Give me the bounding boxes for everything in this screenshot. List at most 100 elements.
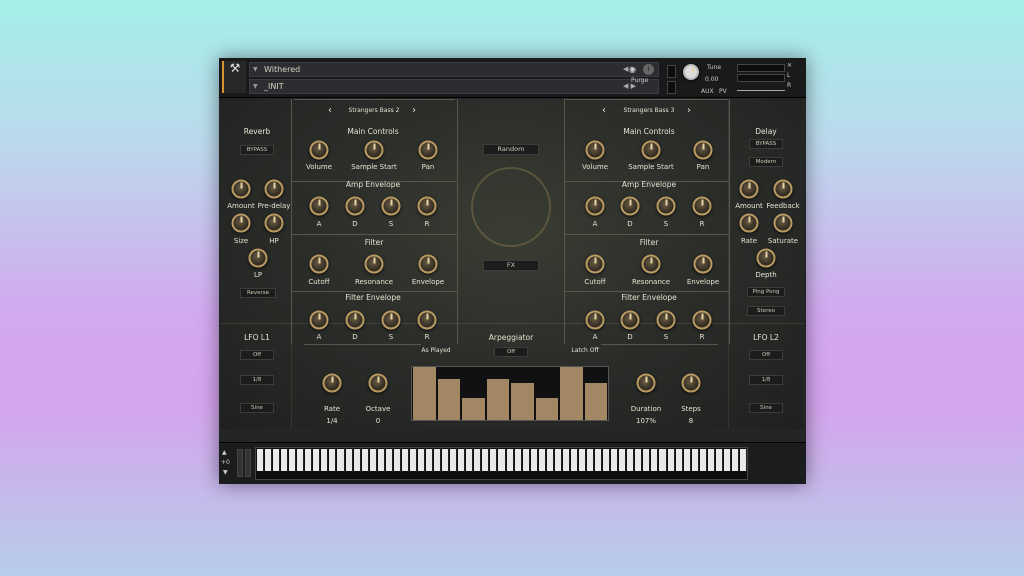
cutoff-knob-right[interactable] — [585, 254, 605, 274]
volume-slider[interactable] — [737, 90, 785, 91]
filter-decay-knob-left[interactable] — [345, 310, 365, 330]
piano-key[interactable] — [635, 449, 643, 471]
piano-key[interactable] — [546, 449, 554, 471]
arp-latch-menu[interactable]: Latch Off — [571, 347, 598, 354]
arpeggiator-switch[interactable]: Off — [494, 347, 528, 357]
pitch-wheel[interactable] — [237, 449, 243, 477]
piano-key[interactable] — [739, 449, 747, 471]
piano-key[interactable] — [707, 449, 715, 471]
piano-key[interactable] — [490, 449, 498, 471]
piano-key[interactable] — [289, 449, 297, 471]
amp-decay-knob-right[interactable] — [620, 196, 640, 216]
piano-key[interactable] — [699, 449, 707, 471]
piano-key[interactable] — [281, 449, 289, 471]
solo-button[interactable] — [667, 65, 676, 78]
piano-key[interactable] — [393, 449, 401, 471]
envelope-knob-right[interactable] — [693, 254, 713, 274]
piano-key[interactable] — [426, 449, 434, 471]
browser-right-prev[interactable]: ‹ — [602, 105, 606, 116]
piano-key[interactable] — [273, 449, 281, 471]
volume-knob-left[interactable] — [309, 140, 329, 160]
arp-duration-knob[interactable] — [636, 373, 656, 393]
volume-knob-right[interactable] — [585, 140, 605, 160]
lfo-l1-shape[interactable]: Sine — [240, 403, 274, 413]
piano-key[interactable] — [321, 449, 329, 471]
amp-release-knob-right[interactable] — [692, 196, 712, 216]
piano-key[interactable] — [257, 449, 265, 471]
pan-knob-right[interactable] — [693, 140, 713, 160]
piano-key[interactable] — [265, 449, 273, 471]
amp-attack-knob-left[interactable] — [309, 196, 329, 216]
piano-key[interactable] — [659, 449, 667, 471]
reverb-hp-knob[interactable] — [264, 213, 284, 233]
amp-release-knob-left[interactable] — [417, 196, 437, 216]
filter-release-knob-left[interactable] — [417, 310, 437, 330]
octave-down-icon[interactable]: ▲ — [222, 449, 227, 456]
filter-sustain-knob-left[interactable] — [381, 310, 401, 330]
piano-key[interactable] — [731, 449, 739, 471]
piano-key[interactable] — [345, 449, 353, 471]
preset-name-row[interactable]: ▼ _INIT ◀ ▶ — [249, 79, 659, 94]
instrument-name-row[interactable]: ▼ Withered ◀ ▶ i — [249, 62, 659, 77]
purge-menu[interactable]: Purge — [631, 77, 648, 84]
reverb-lp-knob[interactable] — [248, 248, 268, 268]
arp-step-bar[interactable] — [584, 382, 607, 420]
delay-feedback-knob[interactable] — [773, 179, 793, 199]
piano-key[interactable] — [474, 449, 482, 471]
sample-start-knob-right[interactable] — [641, 140, 661, 160]
piano-key[interactable] — [458, 449, 466, 471]
close-icon[interactable]: ✕ — [787, 62, 792, 69]
arp-steps-knob[interactable] — [681, 373, 701, 393]
amp-attack-knob-right[interactable] — [585, 196, 605, 216]
piano-key[interactable] — [611, 449, 619, 471]
piano-key[interactable] — [691, 449, 699, 471]
piano-key[interactable] — [434, 449, 442, 471]
camera-icon[interactable]: ◉ — [629, 65, 636, 74]
piano-key[interactable] — [450, 449, 458, 471]
delay-bypass-button[interactable]: BYPASS — [749, 139, 783, 149]
reverb-predelay-knob[interactable] — [264, 179, 284, 199]
piano-key[interactable] — [409, 449, 417, 471]
lfo-l1-switch[interactable]: Off — [240, 350, 274, 360]
browser-right-next[interactable]: › — [687, 105, 691, 116]
browser-left-name[interactable]: Strangers Bass 2 — [349, 107, 400, 114]
piano-key[interactable] — [297, 449, 305, 471]
piano-key[interactable] — [554, 449, 562, 471]
piano-key[interactable] — [587, 449, 595, 471]
piano-key[interactable] — [385, 449, 393, 471]
piano-key[interactable] — [538, 449, 546, 471]
piano-key[interactable] — [466, 449, 474, 471]
resonance-knob-right[interactable] — [641, 254, 661, 274]
piano-key[interactable] — [683, 449, 691, 471]
arp-step-bar[interactable] — [413, 367, 436, 420]
arp-step-bar[interactable] — [560, 367, 583, 420]
piano-key[interactable] — [562, 449, 570, 471]
random-button[interactable]: Random — [483, 144, 539, 155]
delay-depth-knob[interactable] — [756, 248, 776, 268]
info-icon[interactable]: i — [643, 64, 654, 75]
sample-start-knob-left[interactable] — [364, 140, 384, 160]
piano-key[interactable] — [675, 449, 683, 471]
piano-key[interactable] — [498, 449, 506, 471]
tune-knob[interactable] — [683, 64, 699, 80]
piano-key[interactable] — [313, 449, 321, 471]
piano-key[interactable] — [651, 449, 659, 471]
arp-step-bar[interactable] — [535, 397, 558, 420]
piano-key[interactable] — [578, 449, 586, 471]
piano-key[interactable] — [417, 449, 426, 471]
pan-knob-left[interactable] — [418, 140, 438, 160]
piano-key[interactable] — [353, 449, 361, 471]
piano-key[interactable] — [401, 449, 409, 471]
delay-saturate-knob[interactable] — [773, 213, 793, 233]
piano-key[interactable] — [506, 449, 514, 471]
piano-key[interactable] — [530, 449, 538, 471]
lfo-l2-division[interactable]: 1/8 — [749, 375, 783, 385]
piano-key[interactable] — [377, 449, 385, 471]
mute-button[interactable] — [667, 81, 676, 94]
delay-stereo-button[interactable]: Stereo — [747, 306, 785, 316]
amp-sustain-knob-right[interactable] — [656, 196, 676, 216]
wrench-icon[interactable]: ⚒ — [222, 61, 246, 93]
arp-step-sequencer[interactable] — [411, 366, 609, 421]
piano-key[interactable] — [723, 449, 731, 471]
piano-key[interactable] — [482, 449, 490, 471]
